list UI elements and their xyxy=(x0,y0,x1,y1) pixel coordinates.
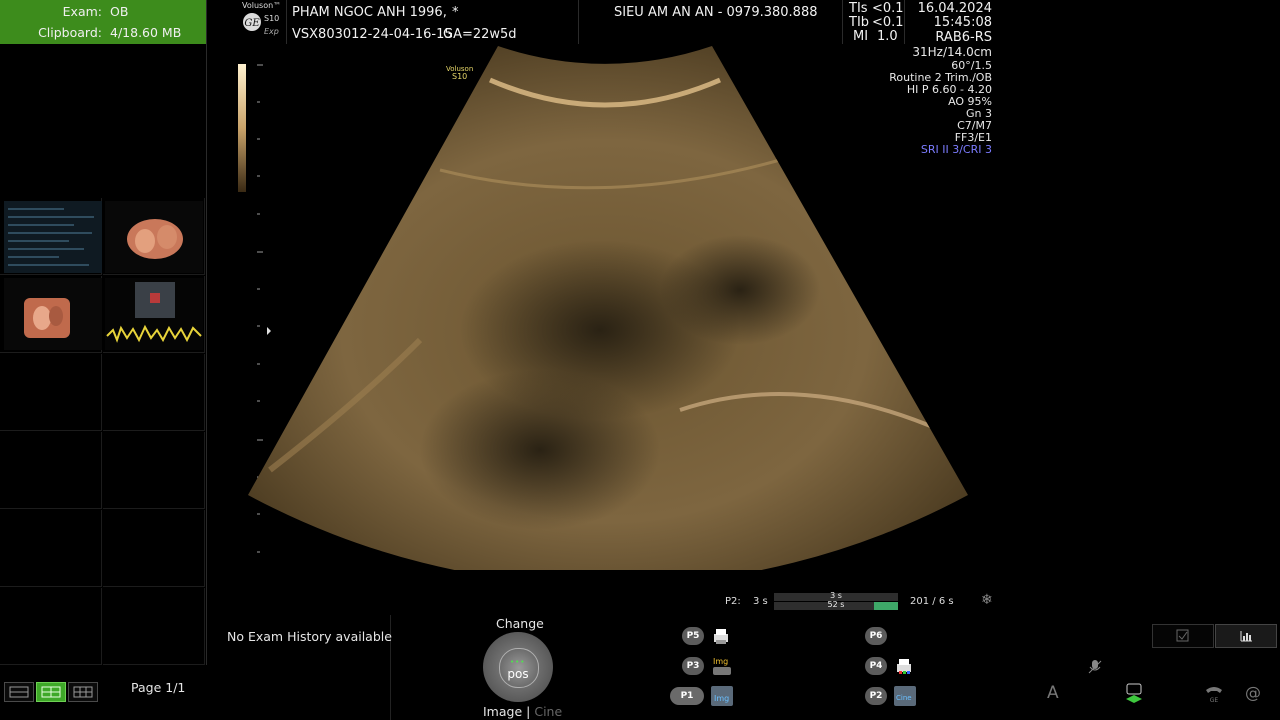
model-sub: Exp xyxy=(264,27,279,36)
microphone-muted-icon[interactable] xyxy=(1087,658,1103,676)
patient-name: PHAM NGOC ANH 1996, xyxy=(292,5,447,20)
clipboard-slot[interactable] xyxy=(0,432,102,509)
ultrasound-image[interactable] xyxy=(240,40,970,570)
freeze-snowflake-icon[interactable]: ❄ xyxy=(981,592,993,608)
clipboard-slot[interactable] xyxy=(0,354,102,431)
pos-label: pos xyxy=(507,667,529,681)
clipboard-slot[interactable] xyxy=(0,588,102,665)
exam-label: Exam: xyxy=(62,4,102,19)
ge-logo-icon: GE xyxy=(243,13,261,31)
report-thumbnail[interactable] xyxy=(4,201,102,273)
svg-text:GE: GE xyxy=(1210,697,1219,704)
exam-history-panel: No Exam History available xyxy=(208,615,392,720)
voluson-watermark: Voluson S10 xyxy=(446,65,474,81)
clipboard-value: 4/18.60 MB xyxy=(110,25,182,40)
exam-time: 15:45:08 xyxy=(933,15,992,30)
clipboard-label: Clipboard: xyxy=(38,25,102,40)
text-annotation-icon[interactable]: A xyxy=(1047,683,1059,703)
report-chart-button[interactable] xyxy=(1215,624,1277,648)
layout-3x3-button[interactable] xyxy=(68,682,98,702)
clipboard-slot[interactable] xyxy=(103,354,205,431)
exam-header: Exam: OB Clipboard: 4/18.60 MB xyxy=(0,0,206,44)
layout-single-button[interactable] xyxy=(4,682,34,702)
image-option[interactable]: Image xyxy=(483,704,522,719)
cine-bar-bottom[interactable]: 52 s xyxy=(774,600,898,610)
cine-save-icon: Cine xyxy=(894,686,916,706)
change-label: Change xyxy=(496,616,544,631)
image-cine-toggle[interactable]: Image | Cine xyxy=(483,704,562,719)
p2-button[interactable]: P2 xyxy=(865,687,887,705)
3d-face-thumbnail[interactable] xyxy=(4,278,102,350)
exam-date: 16.04.2024 xyxy=(917,1,992,16)
cine-left-time: 3 s xyxy=(753,596,768,607)
clipboard-slot[interactable] xyxy=(0,510,102,587)
patient-info: PHAM NGOC ANH 1996, * VSX803012-24-04-16… xyxy=(286,0,579,44)
clipboard-slot[interactable] xyxy=(103,432,205,509)
tis-value: <0.1 xyxy=(872,1,904,16)
patient-flag: * xyxy=(452,5,459,20)
printer-icon xyxy=(714,629,728,644)
clipboard-slot[interactable] xyxy=(103,510,205,587)
tib-label: TIb xyxy=(849,15,870,30)
position-knob[interactable]: ••• pos xyxy=(483,632,553,702)
exam-sidebar: Exam: OB Clipboard: 4/18.60 MB Page 1/1 xyxy=(0,0,207,702)
cine-frames: 201 / 6 s xyxy=(910,596,954,607)
tib-value: <0.1 xyxy=(872,15,904,30)
tis-label: TIs xyxy=(849,1,868,16)
exam-value: OB xyxy=(110,4,129,19)
img-save-icon: Img xyxy=(711,686,733,706)
page-indicator: Page 1/1 xyxy=(131,680,186,695)
cine-label: P2: xyxy=(725,596,741,607)
brand-name: Voluson™ xyxy=(242,1,282,10)
model-name: S10 xyxy=(264,14,280,23)
exam-history-text: No Exam History available xyxy=(227,629,392,644)
doppler-thumbnail[interactable] xyxy=(105,278,203,350)
layout-2x2-button[interactable] xyxy=(36,682,66,702)
probe-select-icon[interactable] xyxy=(1122,682,1146,706)
clinic-name: SIEU AM AN AN - 0979.380.888 xyxy=(614,5,818,20)
p1-button[interactable]: P1 xyxy=(670,687,704,705)
p3-button[interactable]: P3 xyxy=(682,657,704,675)
cine-option[interactable]: Cine xyxy=(534,704,562,719)
p4-button[interactable]: P4 xyxy=(865,657,887,675)
svg-text:GE: GE xyxy=(244,18,260,29)
color-printer-icon xyxy=(897,659,911,674)
email-icon[interactable]: @ xyxy=(1245,683,1261,702)
telephone-icon[interactable]: GE xyxy=(1203,684,1225,704)
p5-button[interactable]: P5 xyxy=(682,627,704,645)
safety-indices: TIs <0.1 TIb <0.1 MI 1.0 xyxy=(842,0,905,44)
3d-render-thumbnail[interactable] xyxy=(105,201,203,273)
p6-button[interactable]: P6 xyxy=(865,627,887,645)
worksheet-button[interactable] xyxy=(1152,624,1214,648)
brand-logo: Voluson™ GE S10 Exp xyxy=(210,0,287,44)
img-export-icon: Img xyxy=(711,656,733,676)
datetime-info: 16.04.2024 15:45:08 RAB6-RS xyxy=(904,0,993,45)
clipboard-slot[interactable] xyxy=(103,588,205,665)
clinic-info: SIEU AM AN AN - 0979.380.888 xyxy=(578,0,843,44)
